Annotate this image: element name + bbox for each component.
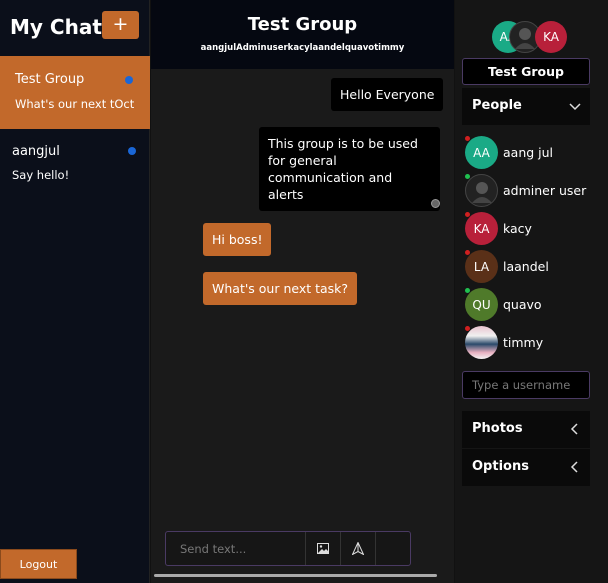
status-dot	[465, 174, 470, 179]
person-name: timmy	[503, 335, 544, 350]
person-name: aang jul	[503, 145, 554, 160]
person-item[interactable]: AA aang jul	[465, 136, 595, 170]
group-name-button[interactable]: Test Group	[462, 58, 590, 85]
avatar	[465, 326, 498, 359]
header-avatar: KA	[535, 21, 567, 53]
sidebar-header: My Chats +	[0, 0, 149, 56]
status-dot	[465, 212, 470, 217]
person-name: laandel	[503, 259, 549, 274]
new-chat-button[interactable]: +	[102, 11, 139, 39]
conversation-title: Test Group	[247, 14, 358, 35]
chat-list-sidebar: My Chats + Test Group What's our next tO…	[0, 0, 150, 583]
image-icon	[317, 543, 329, 554]
chat-list-item[interactable]: Test Group What's our next tOct 2	[0, 56, 150, 129]
photos-section-toggle[interactable]: Photos	[462, 411, 590, 448]
message-bubble: This group is to be used for general com…	[259, 127, 440, 211]
add-username-input[interactable]	[462, 371, 590, 399]
conversation-panel: Test Group aangjulAdminuserkacylaandelqu…	[151, 0, 454, 583]
chat-preview: Say hello!	[12, 168, 70, 182]
person-item[interactable]: timmy	[465, 326, 595, 360]
message-bubble: Hello Everyone	[331, 78, 444, 111]
message-composer	[165, 531, 411, 566]
avatar: AA	[465, 136, 498, 169]
status-dot	[465, 326, 470, 331]
sender-avatar	[431, 199, 440, 208]
person-item[interactable]: KA kacy	[465, 212, 595, 246]
details-panel: AA KA Test Group People AA aang jul admi…	[455, 0, 608, 583]
status-dot	[465, 136, 470, 141]
message-bubble: Hi boss!	[203, 223, 272, 256]
person-item[interactable]: adminer user	[465, 174, 595, 208]
conversation-header: Test Group aangjulAdminuserkacylaandelqu…	[151, 0, 454, 69]
chevron-left-icon	[570, 461, 578, 473]
options-section-toggle[interactable]: Options	[462, 449, 590, 486]
sidebar-title: My Chats	[10, 15, 114, 39]
message-bubble: What's our next task?	[203, 272, 358, 305]
person-name: kacy	[503, 221, 532, 236]
person-photo-icon	[471, 181, 492, 203]
person-photo-icon	[515, 28, 535, 49]
person-name: adminer user	[503, 183, 587, 198]
horizontal-scrollbar[interactable]	[154, 574, 437, 577]
status-dot	[465, 250, 470, 255]
people-section-toggle[interactable]: People	[462, 88, 590, 125]
send-button[interactable]	[340, 532, 375, 565]
attach-image-button[interactable]	[305, 532, 340, 565]
avatar: LA	[465, 250, 498, 283]
section-label: Photos	[472, 421, 523, 436]
person-name: quavo	[503, 297, 542, 312]
section-label: Options	[472, 459, 529, 474]
section-label: People	[472, 98, 522, 113]
avatar: QU	[465, 288, 498, 321]
chat-name: aangjul	[12, 144, 60, 159]
chevron-left-icon	[570, 423, 578, 435]
avatar	[465, 174, 498, 207]
chat-list-item[interactable]: aangjul Say hello!	[0, 129, 150, 189]
unread-dot	[125, 76, 133, 84]
person-item[interactable]: LA laandel	[465, 250, 595, 284]
person-item[interactable]: QU quavo	[465, 288, 595, 322]
avatar: KA	[465, 212, 498, 245]
send-icon	[352, 542, 364, 555]
logout-button[interactable]: Logout	[0, 549, 77, 579]
composer-extra-slot	[375, 532, 410, 565]
message-input[interactable]	[166, 532, 305, 565]
status-dot	[465, 288, 470, 293]
members-list: aangjulAdminuserkacylaandelquavotimmy	[200, 43, 405, 53]
unread-dot	[128, 147, 136, 155]
chat-preview: What's our next tOct 2	[15, 97, 135, 111]
chevron-down-icon	[569, 103, 581, 111]
chat-name: Test Group	[15, 72, 85, 87]
